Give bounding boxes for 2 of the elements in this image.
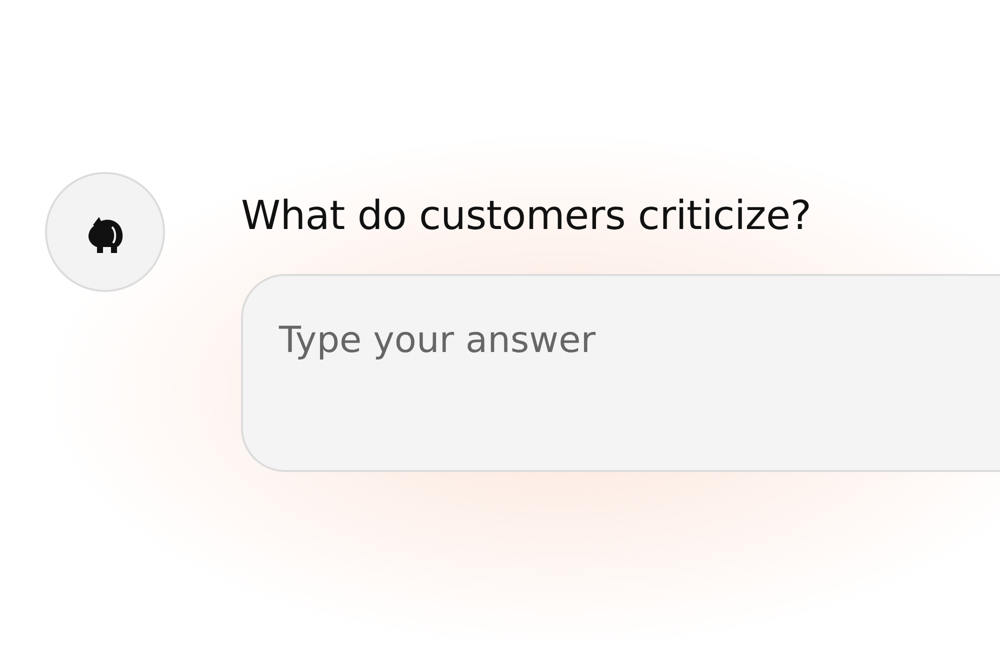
question-text: What do customers criticize? xyxy=(241,192,812,241)
answer-field[interactable]: Type your answer xyxy=(241,274,1000,472)
